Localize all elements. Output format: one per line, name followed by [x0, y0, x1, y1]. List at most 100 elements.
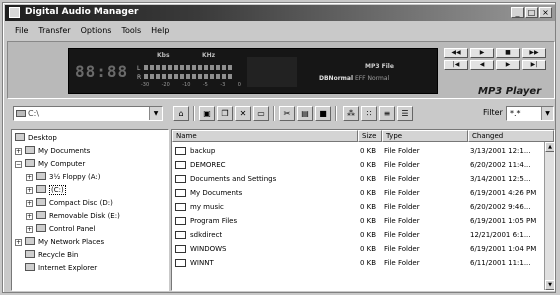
- tree-item-label: Recycle Bin: [38, 251, 79, 259]
- tree-item-desktop[interactable]: Desktop: [15, 133, 57, 144]
- tree-item-recycle-bin[interactable]: Recycle Bin: [15, 250, 78, 261]
- level-meter-right: [144, 74, 234, 79]
- tree-item-cd[interactable]: + Compact Disc (D:): [26, 198, 113, 209]
- file-changed: 6/19/2001 1:05 PM: [470, 217, 537, 225]
- toolbar: C:\ ▼ ⌂ ▣ ❐ ✕ ▭ ✂ ▤ ■ ⁂ ∷ ≡ ☰ Filter *.*…: [7, 102, 555, 126]
- table-row[interactable]: My Documents 0 KB File Folder 6/19/2001 …: [172, 186, 544, 200]
- tree-item-label: 3½ Floppy (A:): [49, 173, 101, 181]
- tree-item-network[interactable]: + My Network Places: [15, 237, 104, 248]
- table-row[interactable]: my music 0 KB File Folder 6/20/2002 9:46…: [172, 200, 544, 214]
- expander-toggle[interactable]: +: [26, 200, 33, 207]
- properties-icon: ▭: [257, 109, 265, 118]
- first-track-button[interactable]: |◀: [444, 60, 468, 70]
- table-row[interactable]: sdkdirect 0 KB File Folder 12/21/2001 6:…: [172, 228, 544, 242]
- title-bar[interactable]: Digital Audio Manager _ □ ×: [5, 5, 555, 21]
- chevron-down-icon[interactable]: ▼: [541, 107, 553, 120]
- cut-button[interactable]: ✂: [279, 106, 295, 121]
- minimize-button[interactable]: _: [511, 7, 524, 18]
- folder-icon: [175, 189, 186, 197]
- small-icons-button[interactable]: ∷: [361, 106, 377, 121]
- menu-help[interactable]: Help: [151, 24, 169, 38]
- file-size: 0 KB: [360, 217, 377, 225]
- tree-item-removable[interactable]: + Removable Disk (E:): [26, 211, 120, 222]
- drive-value: C:\: [28, 109, 39, 118]
- list-view-button[interactable]: ≡: [379, 106, 395, 121]
- properties-button[interactable]: ▭: [253, 106, 269, 121]
- tree-item-control-panel[interactable]: + Control Panel: [26, 224, 95, 235]
- delete-button[interactable]: ✕: [235, 106, 251, 121]
- menu-tools[interactable]: Tools: [121, 24, 141, 38]
- next-button[interactable]: ▶: [496, 60, 520, 70]
- folder-icon: [175, 147, 186, 155]
- up-folder-button[interactable]: ⌂: [173, 106, 189, 121]
- play-button[interactable]: ▶: [470, 48, 494, 58]
- close-button[interactable]: ×: [539, 7, 552, 18]
- rewind-button[interactable]: ◀◀: [444, 48, 468, 58]
- paste-icon: ▤: [301, 109, 309, 118]
- copy-button[interactable]: ❐: [217, 106, 233, 121]
- expander-toggle[interactable]: −: [15, 161, 22, 168]
- column-header-changed[interactable]: Changed: [468, 130, 554, 142]
- tree-item-floppy[interactable]: + 3½ Floppy (A:): [26, 172, 100, 183]
- drive-select[interactable]: C:\ ▼: [13, 106, 163, 121]
- file-type: File Folder: [384, 231, 420, 239]
- file-type: File Folder: [384, 147, 420, 155]
- details-view-button[interactable]: ☰: [397, 106, 413, 121]
- expander-toggle[interactable]: +: [26, 213, 33, 220]
- expander-toggle[interactable]: +: [26, 174, 33, 181]
- file-list[interactable]: Name Size Type Changed backup 0 KB File …: [171, 129, 555, 291]
- paste-button[interactable]: ▤: [297, 106, 313, 121]
- large-icons-button[interactable]: ⁂: [343, 106, 359, 121]
- new-folder-button[interactable]: ▣: [199, 106, 215, 121]
- maximize-button[interactable]: □: [525, 7, 538, 18]
- left-channel-label: L: [137, 65, 141, 72]
- expander-toggle[interactable]: +: [15, 239, 22, 246]
- previous-button[interactable]: ◀: [470, 60, 494, 70]
- menu-options[interactable]: Options: [81, 24, 112, 38]
- last-track-button[interactable]: ▶|: [522, 60, 546, 70]
- table-row[interactable]: WINNT 0 KB File Folder 6/11/2001 11:1...: [172, 256, 544, 270]
- expander-toggle[interactable]: +: [15, 148, 22, 155]
- tree-item-label: My Network Places: [38, 238, 105, 246]
- samplerate-label: KHz: [202, 52, 216, 59]
- stop-button[interactable]: ■: [496, 48, 520, 58]
- tree-item-drive-c[interactable]: + (C:): [26, 185, 66, 196]
- computer-icon: [25, 159, 35, 167]
- scroll-up-button[interactable]: ▲: [545, 142, 554, 152]
- file-changed: 12/21/2001 6:1...: [470, 231, 531, 239]
- table-row[interactable]: DEMOREC 0 KB File Folder 6/20/2002 11:4.…: [172, 158, 544, 172]
- tree-item-label: My Documents: [38, 147, 91, 155]
- vertical-scrollbar[interactable]: ▲ ▼: [544, 142, 554, 290]
- expander-toggle[interactable]: +: [26, 187, 33, 194]
- folder-tree[interactable]: Desktop + My Documents − My Computer + 3…: [11, 129, 169, 291]
- right-channel-label: R: [137, 74, 142, 81]
- filter-label: Filter: [483, 108, 503, 117]
- scroll-down-button[interactable]: ▼: [545, 280, 554, 290]
- transport-controls: ◀◀ ▶ ■ ▶▶ |◀ ◀ ▶ ▶|: [444, 48, 550, 70]
- folder-icon: [175, 161, 186, 169]
- chevron-down-icon[interactable]: ▼: [149, 107, 162, 120]
- tree-item-internet-explorer[interactable]: Internet Explorer: [15, 263, 97, 274]
- player-panel: 88:88 Kbs KHz L R -30 -20 -10 -5 -3 0 MP…: [7, 41, 555, 99]
- bitrate-label: Kbs: [157, 52, 170, 59]
- scale-tick: -5: [202, 82, 208, 88]
- table-row[interactable]: backup 0 KB File Folder 3/13/2001 12:1..…: [172, 144, 544, 158]
- menu-transfer[interactable]: Transfer: [38, 24, 70, 38]
- table-row[interactable]: Documents and Settings 0 KB File Folder …: [172, 172, 544, 186]
- column-header-type[interactable]: Type: [382, 130, 468, 142]
- file-changed: 6/11/2001 11:1...: [470, 259, 531, 267]
- filter-select[interactable]: *.* ▼: [506, 106, 554, 121]
- fast-forward-button[interactable]: ▶▶: [522, 48, 546, 58]
- table-row[interactable]: Program Files 0 KB File Folder 6/19/2001…: [172, 214, 544, 228]
- app-icon: [9, 7, 20, 18]
- save-button[interactable]: ■: [315, 106, 331, 121]
- menu-file[interactable]: File: [15, 24, 28, 38]
- tree-item-my-computer[interactable]: − My Computer: [15, 159, 85, 170]
- table-row[interactable]: WINDOWS 0 KB File Folder 6/19/2001 1:04 …: [172, 242, 544, 256]
- column-header-size[interactable]: Size: [358, 130, 382, 142]
- tree-item-my-documents[interactable]: + My Documents: [15, 146, 90, 157]
- cd-drive-icon: [36, 198, 46, 206]
- network-icon: [25, 237, 35, 245]
- column-header-name[interactable]: Name: [172, 130, 358, 142]
- expander-toggle[interactable]: +: [26, 226, 33, 233]
